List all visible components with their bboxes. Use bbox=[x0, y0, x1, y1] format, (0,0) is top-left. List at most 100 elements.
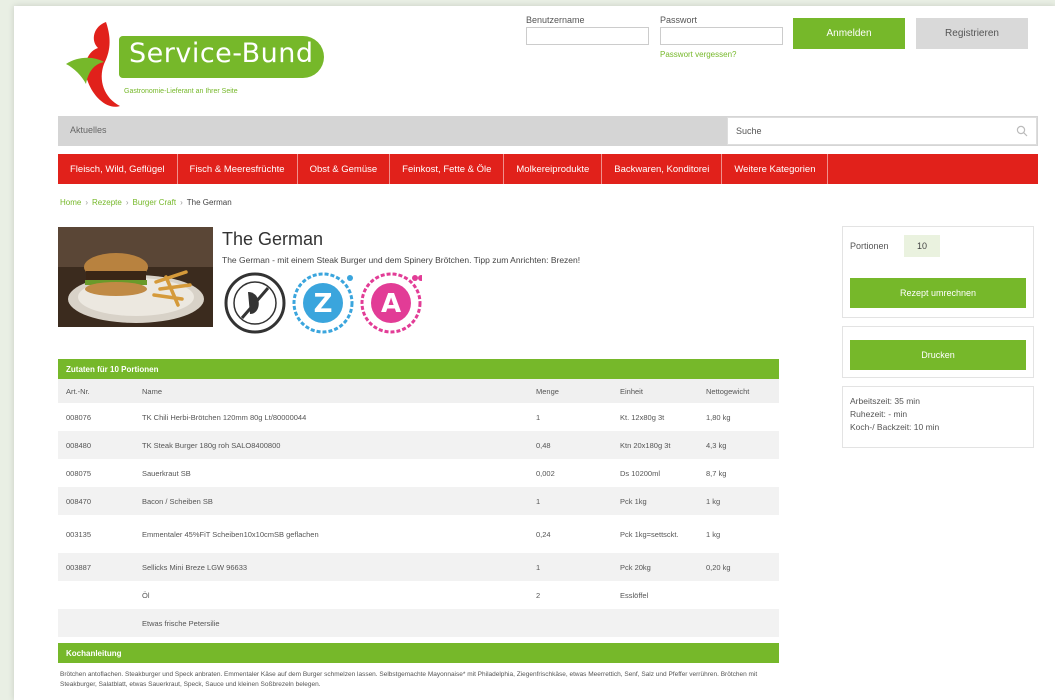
table-cell: 1 kg bbox=[698, 487, 779, 515]
table-cell: Pck 1kg=settsckt. bbox=[620, 529, 679, 539]
table-cell bbox=[612, 609, 698, 637]
svg-text:Z: Z bbox=[314, 289, 333, 319]
password-label: Passwort bbox=[660, 15, 698, 25]
search-placeholder: Suche bbox=[736, 126, 762, 136]
table-cell: 008075 bbox=[66, 468, 92, 478]
breadcrumb-recipes[interactable]: Rezepte bbox=[92, 198, 122, 207]
recipe-photo bbox=[58, 227, 213, 327]
table-cell: Öl bbox=[142, 590, 150, 600]
table-cell bbox=[528, 609, 612, 637]
table-cell: 0,24 bbox=[536, 529, 551, 539]
print-button[interactable]: Drucken bbox=[850, 340, 1026, 370]
table-cell: Etwas frische Petersilie bbox=[134, 609, 528, 637]
breadcrumb-current: The German bbox=[186, 198, 232, 207]
recipe-times: Arbeitszeit: 35 min Ruhezeit: - min Koch… bbox=[850, 395, 939, 434]
table-cell: 0,48 bbox=[528, 431, 612, 459]
table-row: Öl 2 Esslöffel bbox=[58, 581, 779, 609]
breadcrumb-separator: › bbox=[125, 198, 129, 207]
ingredients-table: Art.-Nr. Name Menge Einheit Nettogewicht… bbox=[58, 379, 779, 637]
breadcrumb: Home › Rezepte › Burger Craft › The Germ… bbox=[60, 198, 232, 207]
column-header: Einheit bbox=[612, 379, 698, 403]
table-cell: Emmentaler 45%FiT Scheiben10x10cmSB gefl… bbox=[142, 529, 319, 539]
table-cell bbox=[58, 581, 134, 609]
cook-time: Koch-/ Backzeit: 10 min bbox=[850, 422, 940, 432]
table-cell: 8,7 kg bbox=[706, 468, 727, 478]
table-row: 008480 TK Steak Burger 180g roh SALO84008… bbox=[58, 431, 779, 459]
column-header: Name bbox=[134, 379, 528, 403]
table-cell: Kt. 12x80g 3t bbox=[620, 412, 665, 422]
table-cell bbox=[698, 581, 779, 609]
logo-tagline: Gastronomie-Lieferant an Ihrer Seite bbox=[124, 88, 238, 95]
z-badge-icon: Z bbox=[292, 272, 354, 334]
work-time: Arbeitszeit: 35 min bbox=[850, 396, 920, 406]
category-dairy[interactable]: Molkereiprodukte bbox=[504, 154, 603, 184]
table-cell: 003887 bbox=[58, 553, 134, 581]
portions-input[interactable]: 10 bbox=[904, 235, 940, 257]
table-row: 003887 Sellicks Mini Breze LGW 96633 1 Pck … bbox=[58, 553, 779, 581]
table-cell: 1 bbox=[528, 553, 612, 581]
table-row: 008470 Bacon / Scheiben SB 1 Pck 1kg 1 kg bbox=[58, 487, 779, 515]
page-container: Service-Bund Gastronomie-Lieferant an Ih… bbox=[14, 6, 1055, 700]
table-row: 008075 Sauerkraut SB 0,002 Ds 10200ml 8,7 kg bbox=[58, 459, 779, 487]
table-cell: Sellicks Mini Breze LGW 96633 bbox=[134, 553, 528, 581]
instructions-heading: Kochanleitung bbox=[58, 643, 779, 663]
a-badge-icon: A bbox=[360, 272, 422, 334]
vegan-free-icon bbox=[224, 272, 286, 334]
breadcrumb-home[interactable]: Home bbox=[60, 198, 81, 207]
ingredients-heading: Zutaten für 10 Portionen bbox=[58, 359, 779, 379]
table-cell: 1 kg bbox=[706, 529, 721, 539]
table-cell: 0,20 kg bbox=[698, 553, 779, 581]
news-label[interactable]: Aktuelles bbox=[70, 125, 107, 135]
table-cell: 1,80 kg bbox=[706, 412, 731, 422]
table-cell: 2 bbox=[536, 590, 541, 600]
forgot-password-link[interactable]: Passwort vergessen? bbox=[660, 50, 736, 59]
login-button[interactable]: Anmelden bbox=[793, 18, 905, 49]
table-cell: Esslöffel bbox=[620, 590, 649, 600]
recipe-subtitle: The German - mit einem Steak Burger und … bbox=[222, 255, 581, 265]
breadcrumb-separator: › bbox=[85, 198, 89, 207]
category-bakery[interactable]: Backwaren, Konditorei bbox=[602, 154, 723, 184]
recalculate-button[interactable]: Rezept umrechnen bbox=[850, 278, 1026, 308]
table-cell: Ktn 20x180g 3t bbox=[612, 431, 698, 459]
table-row: 003135 Emmentaler 45%FiT Scheiben10x10cmS… bbox=[58, 515, 779, 553]
register-button[interactable]: Registrieren bbox=[916, 18, 1028, 49]
category-more[interactable]: Weitere Kategorien bbox=[722, 154, 829, 184]
table-cell: Pck 1kg bbox=[612, 487, 698, 515]
portions-label: Portionen bbox=[850, 241, 889, 251]
table-cell: 4,3 kg bbox=[698, 431, 779, 459]
search-input[interactable]: Suche bbox=[727, 117, 1037, 145]
table-cell bbox=[58, 609, 134, 637]
table-cell: Sauerkraut SB bbox=[142, 468, 191, 478]
breadcrumb-separator: › bbox=[180, 198, 183, 207]
table-cell: 003135 bbox=[66, 529, 92, 539]
category-nav: Fleisch, Wild, Geflügel Fisch & Meeresfr… bbox=[58, 154, 1038, 184]
category-meat[interactable]: Fleisch, Wild, Geflügel bbox=[58, 154, 178, 184]
table-row: 008076 TK Chili Herbi-Brötchen 120mm 80g … bbox=[58, 403, 779, 431]
table-cell: 008480 bbox=[58, 431, 134, 459]
table-cell: 008470 bbox=[58, 487, 134, 515]
table-cell: TK Chili Herbi-Brötchen 120mm 80g Lt/800… bbox=[142, 412, 307, 422]
table-cell bbox=[698, 609, 779, 637]
table-cell: 1 bbox=[528, 487, 612, 515]
category-delicatessen[interactable]: Feinkost, Fette & Öle bbox=[390, 154, 505, 184]
recipe-title: The German bbox=[222, 229, 324, 249]
category-fruit-veg[interactable]: Obst & Gemüse bbox=[298, 154, 391, 184]
column-header: Art.-Nr. bbox=[58, 379, 134, 403]
rest-time: Ruhezeit: - min bbox=[850, 409, 908, 419]
column-header: Nettogewicht bbox=[698, 379, 779, 403]
table-header-row: Art.-Nr. Name Menge Einheit Nettogewicht bbox=[58, 379, 779, 403]
table-cell: 1 bbox=[536, 412, 541, 422]
service-bund-logo[interactable]: Service-Bund Gastronomie-Lieferant an Ih… bbox=[64, 18, 334, 113]
svg-text:A: A bbox=[381, 289, 401, 319]
search-icon[interactable] bbox=[1016, 125, 1028, 137]
username-input[interactable] bbox=[526, 27, 649, 45]
instructions-text: Brötchen antoflachen. Steakburger und Sp… bbox=[60, 671, 758, 688]
table-cell: Ds 10200ml bbox=[620, 468, 661, 478]
table-cell: Pck 20kg bbox=[612, 553, 698, 581]
breadcrumb-burger-craft[interactable]: Burger Craft bbox=[132, 198, 176, 207]
table-row: Etwas frische Petersilie bbox=[58, 609, 779, 637]
table-cell: TK Steak Burger 180g roh SALO8400800 bbox=[134, 431, 528, 459]
category-fish[interactable]: Fisch & Meeresfrüchte bbox=[178, 154, 298, 184]
logo-text: Service-Bund bbox=[129, 38, 314, 69]
password-input[interactable] bbox=[660, 27, 783, 45]
